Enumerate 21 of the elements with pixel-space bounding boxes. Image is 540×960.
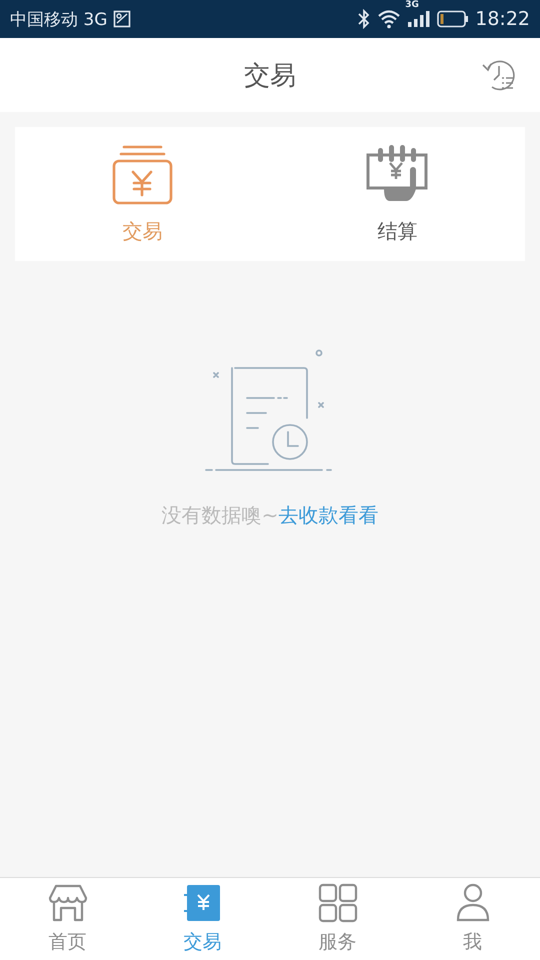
clock-time: 18:22	[475, 8, 530, 30]
carrier-name: 中国移动 3G	[10, 8, 108, 30]
grid-icon	[318, 883, 358, 923]
tab-item[interactable]: 交易	[135, 878, 270, 960]
yuan-book-icon	[182, 883, 222, 923]
battery-icon	[437, 10, 470, 28]
store-icon	[48, 883, 88, 923]
tab-item[interactable]: 我	[405, 878, 540, 960]
bluetooth-icon	[357, 9, 372, 29]
network-type: 3G	[405, 0, 419, 10]
signal-icon	[407, 10, 432, 28]
empty-message: 没有数据噢~去收款看看	[162, 502, 378, 529]
page-title: 交易	[244, 60, 296, 92]
category-tab[interactable]: 结算	[270, 127, 525, 261]
tab-item[interactable]: 首页	[0, 878, 135, 960]
tab-item[interactable]: 服务	[270, 878, 405, 960]
image-icon	[113, 10, 132, 28]
category-tab[interactable]: 交易	[15, 127, 270, 261]
yuan-card-icon	[110, 144, 174, 208]
wifi-icon	[377, 9, 402, 29]
collect-payment-link[interactable]: 去收款看看	[278, 503, 378, 527]
